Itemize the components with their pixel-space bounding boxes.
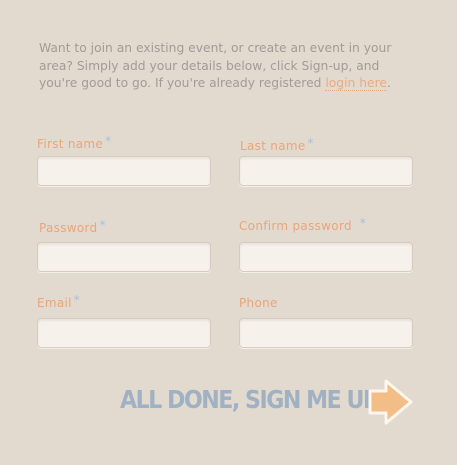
password-label: Password * [39,218,106,235]
password-label-text: Password [39,221,98,235]
sign-up-label: ALL DONE, SIGN ME UP! [120,385,388,414]
first-name-field[interactable] [37,156,211,186]
arrow-right-icon [366,376,414,432]
last-name-field[interactable] [239,156,413,186]
email-field[interactable] [37,318,211,348]
first-name-label-text: First name [37,137,104,151]
required-marker: * [99,218,106,232]
email-label: Email * [37,293,81,310]
phone-label-text: Phone [239,296,278,310]
required-marker: * [105,134,112,148]
sign-up-button[interactable]: ALL DONE, SIGN ME UP! [118,376,418,428]
last-name-label: Last name * [240,136,314,153]
confirm-password-label: Confirm password * [239,216,367,233]
intro-text: Want to join an existing event, or creat… [39,40,409,93]
email-label-text: Email [37,296,72,310]
phone-label: Phone [239,296,278,310]
required-marker: * [73,293,81,307]
confirm-password-label-text: Confirm password [239,219,352,233]
login-link[interactable]: login here [325,76,387,91]
required-marker: * [359,216,367,230]
password-field[interactable] [37,242,211,272]
last-name-label-text: Last name [240,139,306,153]
phone-field[interactable] [239,318,413,348]
confirm-password-field[interactable] [239,242,413,272]
first-name-label: First name * [37,134,112,151]
required-marker: * [307,136,314,150]
intro-end: . [386,76,391,90]
